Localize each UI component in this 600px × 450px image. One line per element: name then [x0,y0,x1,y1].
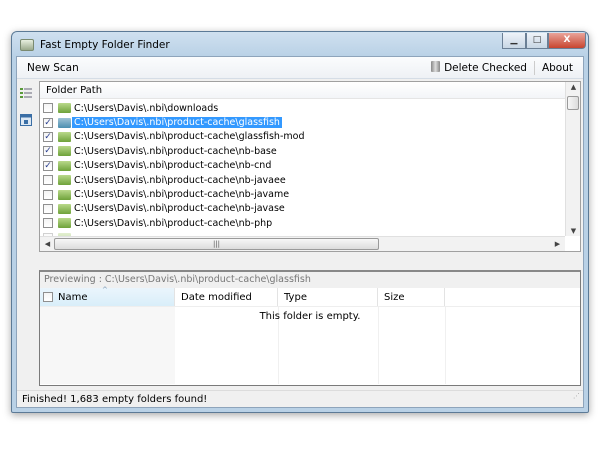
folder-row[interactable]: ✓ C:\Users\Davis\.nbi\product-cache\glass… [40,115,565,129]
sort-ascending-icon: ^ [102,286,108,294]
preview-label: Previewing : C:\Users\Davis\.nbi\product… [40,272,580,288]
app-icon [20,39,34,51]
trash-icon [431,61,441,72]
list-view-icon[interactable] [20,87,32,99]
minimize-button[interactable]: ▁ [502,33,526,49]
folder-row[interactable]: ✓ C:\Users\Davis\.nbi\product-cache\nb-ba… [40,144,565,158]
preview-column-headers: Name ^ Date modified Type Size [40,286,580,307]
folder-path: C:\Users\Davis\.nbi\product-cache\glassf… [74,131,305,143]
close-button[interactable]: X [548,33,586,49]
scroll-right-icon[interactable]: ▶ [550,240,565,248]
folder-icon [58,146,71,157]
delete-checked-button[interactable]: Delete Checked [427,61,531,74]
row-checkbox[interactable] [43,189,53,200]
folder-row[interactable]: C:\Users\Davis\.nbi\product-cache\nb-jav… [40,187,565,201]
folder-path: C:\Users\Davis\.nbi\product-cache\nb-cnd [74,160,272,172]
folder-icon [58,203,71,214]
folder-icon [58,189,71,200]
client-area: New Scan Delete Checked About Folder Pat… [16,56,584,408]
resize-grip-icon[interactable]: ⋰ [573,388,580,405]
row-checkbox[interactable] [43,175,53,186]
empty-folder-message: This folder is empty. [259,311,361,322]
column-type[interactable]: Type [278,288,378,306]
folder-icon [58,160,71,171]
row-checkbox[interactable] [43,218,53,229]
folder-path: C:\Users\Davis\.nbi\product-cache\nb-jav… [74,189,290,201]
folder-row[interactable]: ✓ C:\Users\Davis\.nbi\product-cache\glass… [40,130,565,144]
folder-rows: C:\Users\Davis\.nbi\downloads ✓ C:\Users\D… [40,101,565,245]
preview-pane: Previewing : C:\Users\Davis\.nbi\product… [39,270,581,386]
window-title: Fast Empty Folder Finder [40,39,170,51]
folder-path: C:\Users\Davis\.nbi\product-cache\nb-jav… [74,203,285,215]
scroll-left-icon[interactable]: ◀ [40,240,55,248]
column-name[interactable]: Name ^ [40,286,175,306]
folder-path: C:\Users\Davis\.nbi\product-cache\nb-jav… [74,174,286,186]
folder-path: C:\Users\Davis\.nbi\product-cache\nb-php [74,217,273,229]
folder-icon [58,117,71,128]
folder-path: C:\Users\Davis\.nbi\product-cache\glassf… [72,117,282,129]
folder-row[interactable]: C:\Users\Davis\.nbi\product-cache\nb-php [40,216,565,230]
row-checkbox[interactable]: ✓ [43,117,53,128]
folder-icon [58,103,71,114]
row-checkbox[interactable]: ✓ [43,160,53,171]
preview-body: This folder is empty. [40,307,580,384]
folder-row[interactable]: ✓ C:\Users\Davis\.nbi\product-cache\nb-cn… [40,159,565,173]
vertical-scrollbar[interactable]: ▲ ▼ [565,82,580,236]
folder-icon [58,218,71,229]
app-window: Fast Empty Folder Finder ▁ □ X New Scan … [11,31,589,413]
folder-icon [58,175,71,186]
select-all-checkbox[interactable] [43,292,53,302]
folder-row[interactable]: C:\Users\Davis\.nbi\downloads [40,101,565,115]
folder-path: C:\Users\Davis\.nbi\downloads [74,102,219,114]
title-bar: Fast Empty Folder Finder [20,36,170,54]
folder-path-header[interactable]: Folder Path [40,82,580,99]
column-date-modified[interactable]: Date modified [175,288,278,306]
horizontal-scroll-thumb[interactable]: ||| [54,238,379,250]
status-text: Finished! 1,683 empty folders found! [22,394,208,405]
maximize-button[interactable]: □ [526,33,548,49]
menu-separator [533,60,535,75]
folder-row[interactable]: C:\Users\Davis\.nbi\product-cache\nb-jav… [40,202,565,216]
horizontal-scrollbar[interactable]: ◀ ||| ▶ [40,236,565,251]
scroll-up-icon[interactable]: ▲ [566,83,580,91]
folder-row[interactable]: C:\Users\Davis\.nbi\product-cache\nb-jav… [40,173,565,187]
row-checkbox[interactable] [43,103,53,114]
folder-list: Folder Path C:\Users\Davis\.nbi\download… [39,81,581,252]
new-scan-button[interactable]: New Scan [23,62,83,74]
side-toolbar [20,87,34,141]
row-checkbox[interactable] [43,203,53,214]
status-bar: Finished! 1,683 empty folders found! ⋰ [17,390,583,407]
folder-path: C:\Users\Davis\.nbi\product-cache\nb-bas… [74,145,277,157]
row-checkbox[interactable]: ✓ [43,131,53,142]
about-button[interactable]: About [538,62,577,74]
column-name-label: Name [58,291,88,303]
row-checkbox[interactable]: ✓ [43,146,53,157]
folder-icon [58,131,71,142]
delete-checked-label: Delete Checked [444,62,527,74]
scroll-down-icon[interactable]: ▼ [566,227,580,235]
vertical-scroll-thumb[interactable] [567,96,579,110]
column-size[interactable]: Size [378,288,445,306]
menu-bar: New Scan Delete Checked About [17,57,583,79]
preview-pane-icon[interactable] [20,114,32,126]
